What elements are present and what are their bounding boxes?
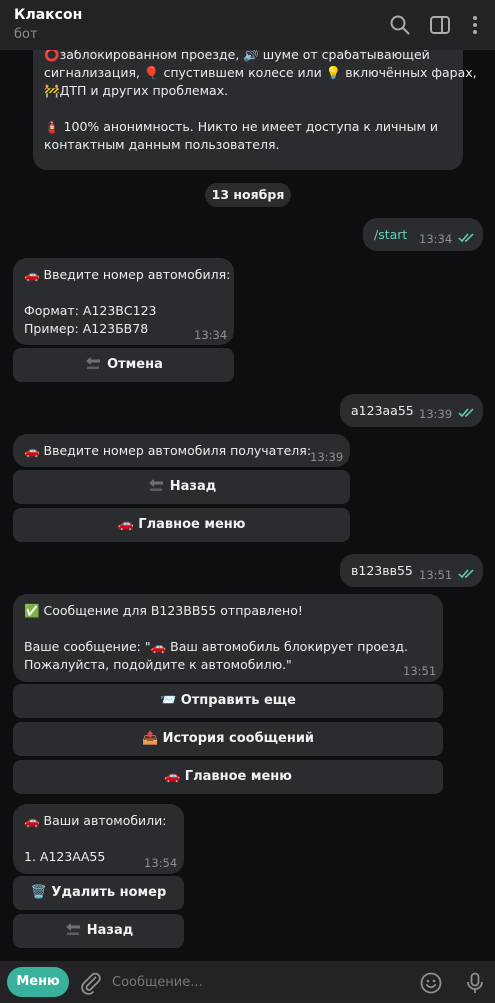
back-arrow-icon bbox=[65, 922, 80, 935]
back-button[interactable]: Назад bbox=[13, 470, 350, 504]
message-text: а123аа55 bbox=[351, 403, 414, 418]
emoji-icon[interactable] bbox=[419, 971, 443, 995]
message-line: Формат: А123ВС123 bbox=[24, 303, 157, 318]
message-time: 13:39 bbox=[419, 407, 453, 421]
message-time: 13:51 bbox=[419, 568, 453, 582]
button-label: 🚗 Главное меню bbox=[117, 517, 246, 532]
button-label: 🚗 Главное меню bbox=[164, 769, 292, 784]
button-label: Назад bbox=[169, 479, 217, 494]
message-time: 13:54 bbox=[144, 856, 178, 870]
read-checks-icon bbox=[458, 233, 474, 243]
intro-line: контактным данным пользователя. bbox=[44, 137, 280, 152]
button-label: 📤 История сообщений bbox=[141, 731, 315, 746]
chat-subtitle: бот bbox=[14, 27, 38, 42]
message-line: 🚗 Введите номер автомобиля получателя: bbox=[24, 443, 312, 458]
intro-line: 🧯 100% анонимность. Никто не имеет досту… bbox=[44, 119, 438, 134]
intro-line: 🚧ДТП и других проблемах. bbox=[44, 83, 229, 98]
search-icon[interactable] bbox=[389, 14, 411, 36]
message-history-button[interactable]: 📤 История сообщений bbox=[13, 722, 443, 756]
attach-icon[interactable] bbox=[79, 971, 103, 995]
command-link[interactable]: /start bbox=[374, 227, 407, 242]
message-text: в123вв55 bbox=[351, 563, 413, 578]
bot-menu-button[interactable]: Меню bbox=[7, 967, 69, 997]
send-again-button[interactable]: 📨 Отправить еще bbox=[13, 684, 443, 718]
message-time: 13:34 bbox=[194, 328, 228, 342]
button-label: Отмена bbox=[107, 357, 163, 372]
chat-title[interactable]: Клаксон bbox=[14, 7, 82, 23]
chat-history[interactable]: ⭕заблокированном проезде, 🔊 шуме от сраб… bbox=[0, 50, 495, 961]
back-arrow-icon bbox=[86, 356, 101, 369]
main-menu-button[interactable]: 🚗 Главное меню bbox=[13, 760, 443, 794]
composer-bar: Меню bbox=[0, 961, 495, 1003]
read-checks-icon bbox=[458, 408, 474, 418]
message-time: 13:51 bbox=[403, 664, 437, 678]
incoming-message: 🚗 Введите номер автомобиля получателя: bbox=[13, 434, 350, 467]
message-line: 🚗 Ваши автомобили: bbox=[24, 813, 167, 828]
message-time: 13:39 bbox=[310, 450, 344, 464]
message-line: 🚗 Введите номер автомобиля: bbox=[24, 267, 231, 282]
more-icon[interactable] bbox=[464, 14, 486, 36]
read-checks-icon bbox=[458, 569, 474, 579]
intro-line: сигнализация, 🎈 спустившем колесе или 💡 … bbox=[44, 65, 477, 80]
message-line: Пожалуйста, подойдите к автомобилю." bbox=[24, 657, 292, 672]
date-separator: 13 ноября bbox=[205, 183, 291, 207]
incoming-message: ✅ Сообщение для В123ВВ55 отправлено! Ваш… bbox=[13, 594, 443, 682]
sidebar-icon[interactable] bbox=[429, 14, 451, 36]
button-label: 📨 Отправить еще bbox=[160, 693, 296, 708]
button-label: 🗑️ Удалить номер bbox=[30, 885, 167, 900]
delete-number-button[interactable]: 🗑️ Удалить номер bbox=[13, 876, 184, 910]
intro-message: ⭕заблокированном проезде, 🔊 шуме от сраб… bbox=[33, 50, 477, 170]
button-label: Назад bbox=[86, 923, 134, 938]
mic-icon[interactable] bbox=[463, 971, 487, 995]
back-arrow-icon bbox=[148, 478, 163, 491]
message-line: ✅ Сообщение для В123ВВ55 отправлено! bbox=[24, 603, 303, 618]
intro-line: ⭕заблокированном проезде, 🔊 шуме от сраб… bbox=[44, 50, 430, 62]
cancel-button[interactable]: Отмена bbox=[13, 348, 234, 382]
main-menu-button[interactable]: 🚗 Главное меню bbox=[13, 508, 350, 542]
message-time: 13:34 bbox=[419, 232, 453, 246]
chat-header: Клаксон бот bbox=[0, 0, 495, 50]
message-line: Ваше сообщение: "🚗 Ваш автомобиль блокир… bbox=[24, 639, 408, 654]
back-button[interactable]: Назад bbox=[13, 914, 184, 948]
message-input[interactable] bbox=[112, 970, 402, 994]
